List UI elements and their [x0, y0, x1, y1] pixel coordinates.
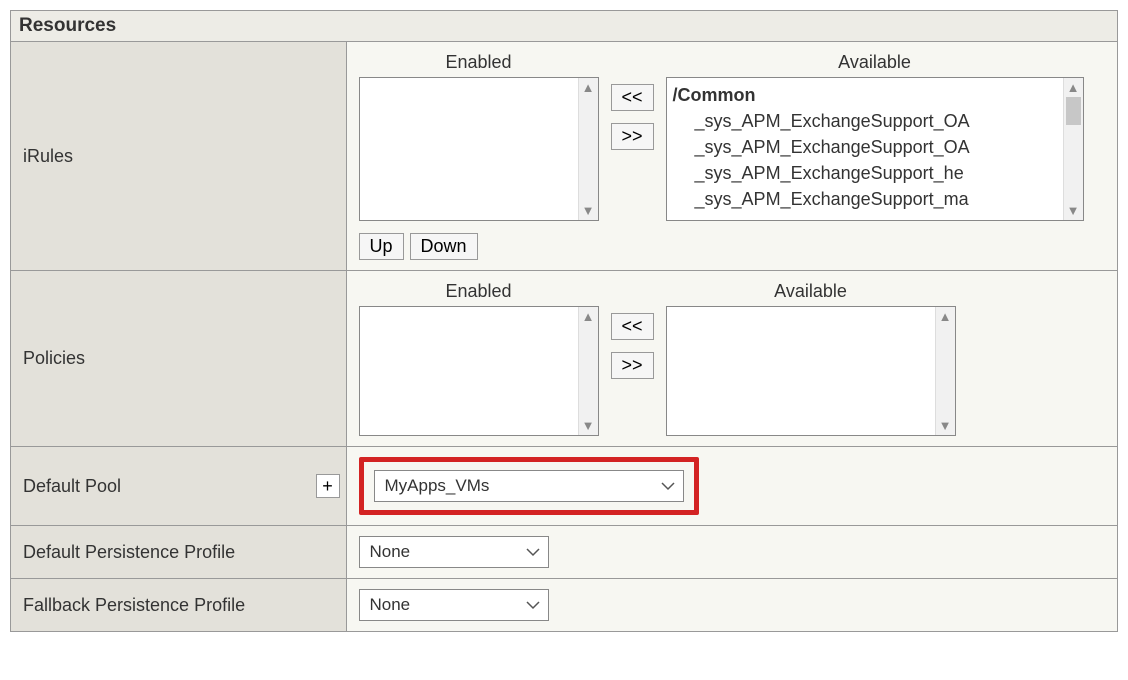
default-persistence-value: None	[346, 526, 1117, 579]
list-item[interactable]: _sys_APM_ExchangeSupport_OA	[673, 108, 1057, 134]
scroll-down-icon[interactable]: ▼	[1067, 201, 1080, 220]
chevron-down-icon	[526, 595, 540, 615]
default-pool-select[interactable]: MyApps_VMs	[374, 470, 684, 502]
default-pool-value: MyApps_VMs	[346, 447, 1117, 526]
fallback-persistence-selected: None	[370, 595, 411, 615]
scroll-down-icon[interactable]: ▼	[939, 416, 952, 435]
resources-table: iRules Enabled ▲ ▼	[11, 42, 1117, 631]
irules-value: Enabled ▲ ▼ Up Down	[346, 42, 1117, 271]
scroll-up-icon[interactable]: ▲	[582, 307, 595, 326]
scroll-thumb[interactable]	[1066, 97, 1081, 125]
move-right-button[interactable]: >>	[611, 352, 654, 379]
list-group[interactable]: /Common	[673, 82, 1057, 108]
irules-available-header: Available	[666, 52, 1084, 77]
policies-available-header: Available	[666, 281, 956, 306]
fallback-persistence-value: None	[346, 579, 1117, 632]
default-persistence-selected: None	[370, 542, 411, 562]
default-persistence-select[interactable]: None	[359, 536, 549, 568]
scroll-down-icon[interactable]: ▼	[582, 201, 595, 220]
section-title: Resources	[11, 11, 1117, 42]
scrollbar[interactable]: ▲ ▼	[578, 307, 598, 435]
list-item[interactable]: _sys_APM_ExchangeSupport_ma	[673, 186, 1057, 212]
default-pool-selected: MyApps_VMs	[385, 476, 490, 496]
policies-value: Enabled ▲ ▼ << >>	[346, 271, 1117, 447]
irules-enabled-listbox[interactable]: ▲ ▼	[359, 77, 599, 221]
scroll-up-icon[interactable]: ▲	[939, 307, 952, 326]
scrollbar[interactable]: ▲ ▼	[935, 307, 955, 435]
fallback-persistence-label: Fallback Persistence Profile	[11, 579, 346, 632]
scroll-up-icon[interactable]: ▲	[1067, 78, 1080, 97]
list-item[interactable]: _sys_APM_ExchangeSupport_he	[673, 160, 1057, 186]
add-pool-button[interactable]: +	[316, 474, 340, 498]
move-right-button[interactable]: >>	[611, 123, 654, 150]
irules-available-listbox[interactable]: /Common _sys_APM_ExchangeSupport_OA _sys…	[666, 77, 1084, 221]
scroll-up-icon[interactable]: ▲	[582, 78, 595, 97]
chevron-down-icon	[526, 542, 540, 562]
default-pool-label-text: Default Pool	[23, 476, 121, 496]
move-left-button[interactable]: <<	[611, 84, 654, 111]
policies-enabled-header: Enabled	[359, 281, 599, 306]
default-pool-label: Default Pool +	[11, 447, 346, 526]
scrollbar[interactable]: ▲ ▼	[1063, 78, 1083, 220]
list-item[interactable]: _sys_APM_ExchangeSupport_OA	[673, 134, 1057, 160]
scroll-down-icon[interactable]: ▼	[582, 416, 595, 435]
irules-label: iRules	[11, 42, 346, 271]
resources-panel: Resources iRules Enabled ▲ ▼	[10, 10, 1118, 632]
policies-label: Policies	[11, 271, 346, 447]
move-left-button[interactable]: <<	[611, 313, 654, 340]
default-persistence-label: Default Persistence Profile	[11, 526, 346, 579]
policies-available-listbox[interactable]: ▲ ▼	[666, 306, 956, 436]
chevron-down-icon	[661, 476, 675, 496]
scrollbar[interactable]: ▲ ▼	[578, 78, 598, 220]
policies-enabled-listbox[interactable]: ▲ ▼	[359, 306, 599, 436]
fallback-persistence-select[interactable]: None	[359, 589, 549, 621]
default-pool-highlight: MyApps_VMs	[359, 457, 699, 515]
down-button[interactable]: Down	[410, 233, 478, 260]
irules-enabled-header: Enabled	[359, 52, 599, 77]
up-button[interactable]: Up	[359, 233, 404, 260]
